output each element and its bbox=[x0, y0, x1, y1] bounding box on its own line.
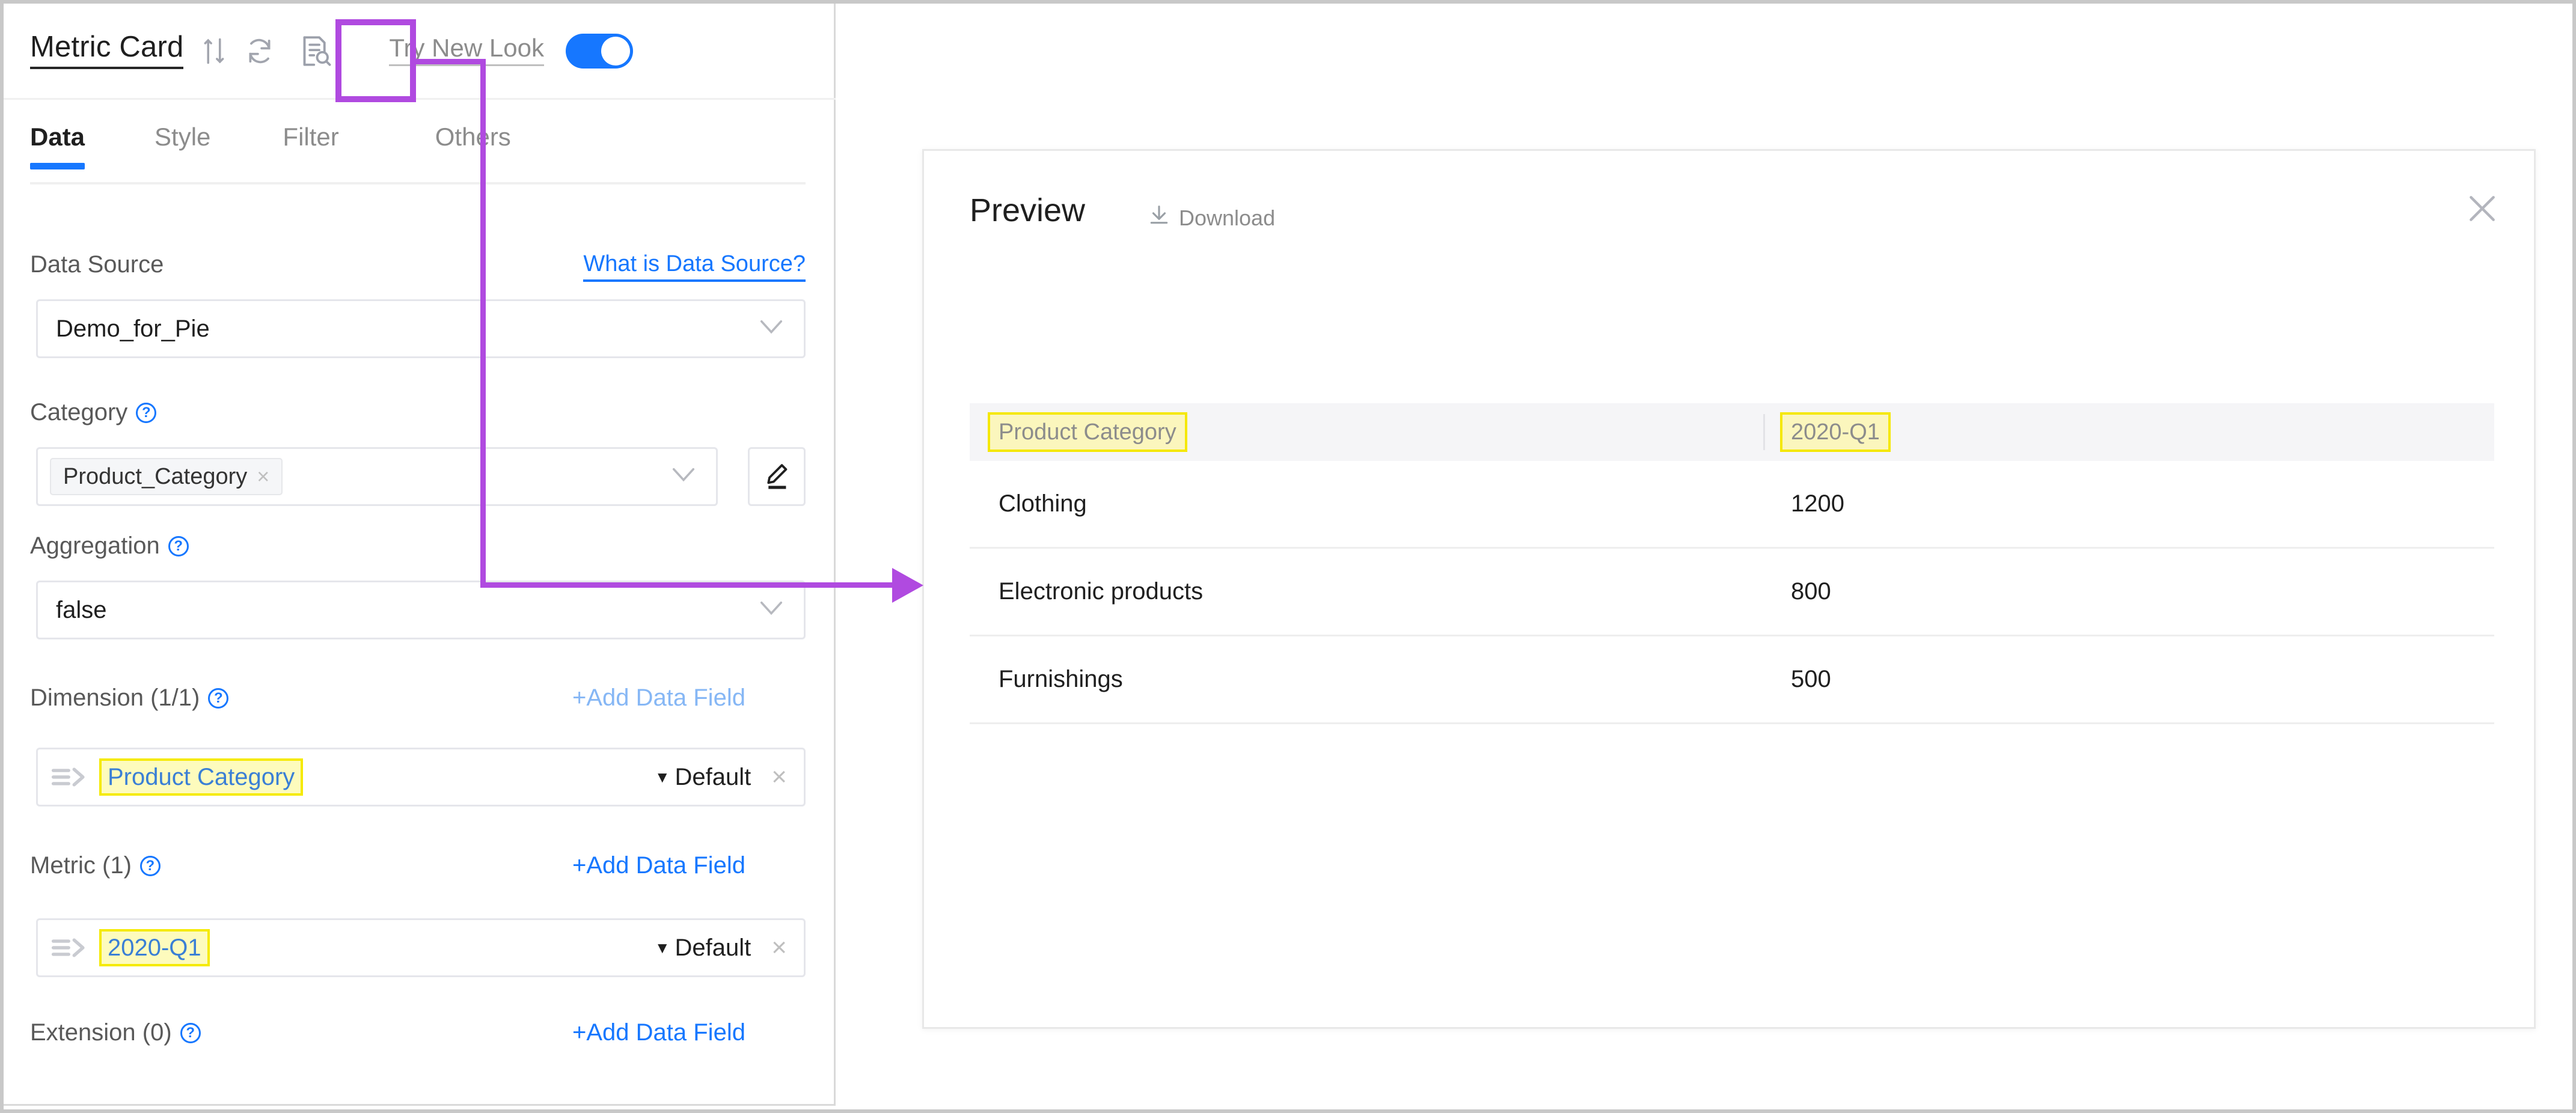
cell-value: 500 bbox=[1791, 666, 1831, 693]
metric-label-text: Metric (1) bbox=[30, 852, 132, 879]
annotation-connector-segment bbox=[480, 59, 486, 588]
what-is-data-source-text: What is Data Source? bbox=[583, 251, 806, 282]
cell-value: 1200 bbox=[1791, 490, 1844, 517]
category-tag-remove-icon[interactable]: × bbox=[257, 464, 269, 489]
what-is-data-source-link[interactable]: What is Data Source? bbox=[571, 251, 806, 277]
column-header-product-category: Product Category bbox=[988, 412, 1187, 452]
extension-add-data-field-button[interactable]: +Add Data Field bbox=[572, 1019, 745, 1046]
metric-mode-label: Default bbox=[675, 935, 751, 962]
tab-bar: Data Style Filter Others bbox=[4, 100, 836, 189]
aggregation-label-text: Aggregation bbox=[30, 532, 160, 560]
preview-data-icon[interactable] bbox=[293, 29, 337, 73]
data-source-label: Data Source bbox=[30, 251, 164, 278]
table-row[interactable]: Product Category ▼ Default × bbox=[36, 748, 806, 807]
cell-category: Furnishings bbox=[999, 666, 1123, 693]
cell-value: 800 bbox=[1791, 578, 1831, 605]
panel-header: Metric Card Try New Look bbox=[4, 4, 836, 100]
help-icon[interactable]: ? bbox=[168, 536, 189, 556]
category-tag-text: Product_Category bbox=[63, 464, 247, 490]
tab-data[interactable]: Data bbox=[30, 100, 85, 151]
app-frame: Metric Card Try New Look Data Style Filt… bbox=[0, 0, 2576, 1113]
drag-handle-icon[interactable] bbox=[51, 764, 88, 790]
category-select[interactable]: Product_Category × bbox=[36, 447, 718, 506]
download-button[interactable]: Download bbox=[1148, 204, 1275, 232]
category-tag[interactable]: Product_Category × bbox=[50, 458, 283, 495]
help-icon[interactable]: ? bbox=[136, 403, 156, 423]
help-icon[interactable]: ? bbox=[208, 688, 228, 709]
preview-title: Preview bbox=[970, 192, 1085, 229]
aggregation-value: false bbox=[56, 597, 107, 624]
cell-category: Clothing bbox=[999, 490, 1087, 517]
data-source-select[interactable]: Demo_for_Pie bbox=[36, 299, 806, 358]
download-icon bbox=[1148, 204, 1170, 232]
tab-others[interactable]: Others bbox=[435, 100, 511, 151]
dimension-add-data-field-button[interactable]: +Add Data Field bbox=[572, 685, 745, 712]
data-source-value: Demo_for_Pie bbox=[56, 316, 210, 343]
data-source-label-text: Data Source bbox=[30, 251, 164, 278]
aggregation-select[interactable]: false bbox=[36, 581, 806, 639]
metric-mode-dropdown[interactable]: ▼ Default bbox=[655, 935, 751, 962]
tab-style[interactable]: Style bbox=[154, 100, 210, 151]
table-row[interactable]: 2020-Q1 ▼ Default × bbox=[36, 918, 806, 977]
category-label: Category ? bbox=[30, 399, 156, 426]
chevron-down-icon bbox=[759, 320, 783, 338]
tab-underline-rule bbox=[30, 182, 806, 184]
caret-down-icon: ▼ bbox=[655, 768, 670, 787]
row-actions: ▼ Default × bbox=[655, 749, 804, 805]
extension-label-text: Extension (0) bbox=[30, 1019, 172, 1046]
preview-table: Product Category 2020-Q1 Clothing 1200 E… bbox=[970, 403, 2494, 724]
metric-field-name[interactable]: 2020-Q1 bbox=[99, 929, 210, 966]
config-panel: Metric Card Try New Look Data Style Filt… bbox=[4, 4, 836, 1106]
help-icon[interactable]: ? bbox=[180, 1023, 201, 1043]
chevron-down-icon bbox=[672, 468, 696, 486]
drag-handle-icon[interactable] bbox=[51, 935, 88, 961]
dimension-mode-dropdown[interactable]: ▼ Default bbox=[655, 764, 751, 791]
metric-add-data-field-button[interactable]: +Add Data Field bbox=[572, 852, 745, 879]
table-row: Furnishings 500 bbox=[970, 636, 2494, 724]
row-actions: ▼ Default × bbox=[655, 920, 804, 975]
category-edit-button[interactable] bbox=[748, 447, 806, 506]
caret-down-icon: ▼ bbox=[655, 939, 670, 957]
dimension-remove-icon[interactable]: × bbox=[771, 762, 787, 792]
cell-category: Electronic products bbox=[999, 578, 1203, 605]
annotation-connector-segment bbox=[416, 59, 486, 64]
refresh-icon[interactable] bbox=[245, 35, 275, 67]
toggle-knob bbox=[601, 37, 630, 66]
page-title: Metric Card bbox=[30, 32, 183, 69]
column-header-2020-q1: 2020-Q1 bbox=[1780, 412, 1891, 452]
metric-label: Metric (1) ? bbox=[30, 852, 161, 879]
category-label-text: Category bbox=[30, 399, 127, 426]
annotation-connector-segment bbox=[480, 582, 901, 588]
extension-label: Extension (0) ? bbox=[30, 1019, 201, 1046]
chevron-down-icon bbox=[759, 601, 783, 620]
column-header-product-category-text: Product Category bbox=[988, 412, 1187, 452]
dimension-label: Dimension (1/1) ? bbox=[30, 685, 228, 712]
sort-icon[interactable] bbox=[199, 35, 229, 67]
table-row: Clothing 1200 bbox=[970, 461, 2494, 549]
close-icon[interactable] bbox=[2462, 188, 2503, 229]
table-header-row: Product Category 2020-Q1 bbox=[970, 403, 2494, 461]
annotation-arrowhead bbox=[892, 568, 923, 603]
dimension-field-name[interactable]: Product Category bbox=[99, 758, 303, 796]
dimension-label-text: Dimension (1/1) bbox=[30, 685, 200, 712]
metric-remove-icon[interactable]: × bbox=[771, 933, 787, 963]
tab-filter[interactable]: Filter bbox=[283, 100, 338, 151]
table-row: Electronic products 800 bbox=[970, 549, 2494, 636]
dimension-mode-label: Default bbox=[675, 764, 751, 791]
preview-panel: Preview Download Product Category 2020-Q… bbox=[922, 149, 2536, 1029]
column-header-2020-q1-text: 2020-Q1 bbox=[1780, 412, 1891, 452]
column-separator bbox=[1763, 414, 1765, 450]
try-new-look-toggle[interactable] bbox=[566, 34, 633, 69]
help-icon[interactable]: ? bbox=[140, 856, 161, 876]
aggregation-label: Aggregation ? bbox=[30, 532, 189, 560]
download-label: Download bbox=[1179, 206, 1275, 231]
